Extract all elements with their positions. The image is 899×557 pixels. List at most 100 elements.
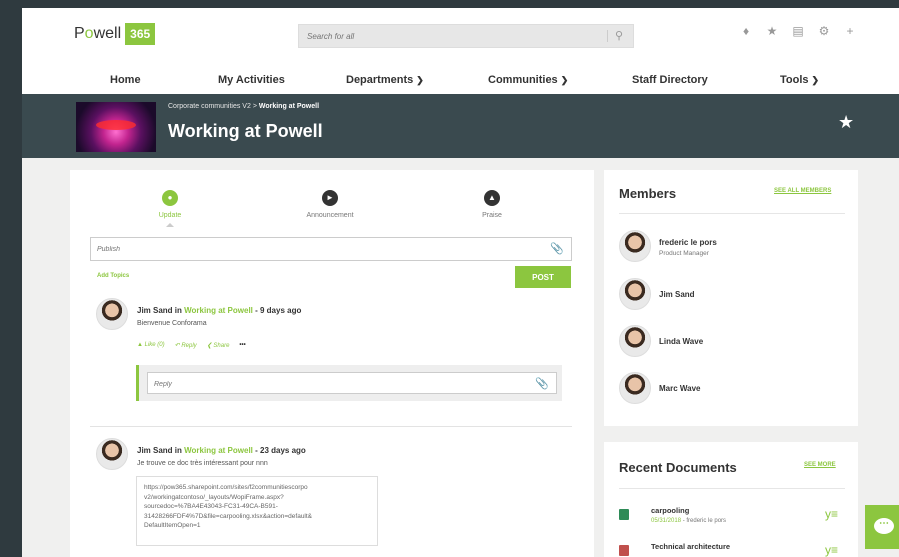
recent-documents-card: Recent Documents SEE MORE carpooling 05/… xyxy=(604,442,858,557)
document-name: carpooling xyxy=(651,506,690,515)
post-community-link[interactable]: Working at Powell xyxy=(184,446,253,455)
search-input[interactable] xyxy=(299,25,599,47)
post-body: Bienvenue Conforama xyxy=(137,320,207,327)
publish-box: 📎 xyxy=(90,237,572,261)
plus-icon[interactable]: + xyxy=(844,24,856,38)
post-community-link[interactable]: Working at Powell xyxy=(184,306,253,315)
paperclip-icon[interactable]: 📎 xyxy=(550,242,564,255)
member-item[interactable]: Linda Wave xyxy=(619,325,845,359)
document-date: 05/31/2018 xyxy=(651,518,682,524)
chevron-down-icon: ❯ xyxy=(416,75,424,85)
nav-departments-label: Departments xyxy=(346,74,414,86)
search-box: ⚲ xyxy=(298,24,634,48)
app-page: Powell 365 ⚲ ♦ ★ ▤ ⚙ + Home My Activitie… xyxy=(22,8,899,557)
reply-area: 📎 xyxy=(136,365,588,401)
top-bar: Powell 365 ⚲ ♦ ★ ▤ ⚙ + xyxy=(22,8,899,60)
chat-bubble-icon: ● xyxy=(162,190,178,206)
nav-my-activities[interactable]: My Activities xyxy=(218,74,285,86)
breadcrumb: Corporate communities V2 > Working at Po… xyxy=(168,103,319,110)
brand-logo[interactable]: Powell 365 xyxy=(74,23,156,45)
nav-departments[interactable]: Departments ❯ xyxy=(346,74,424,86)
document-icon[interactable]: ▤ xyxy=(792,24,804,38)
reply-button[interactable]: ↶ Reply xyxy=(175,342,197,349)
see-more-link[interactable]: SEE MORE xyxy=(804,462,836,468)
logo-letter: P xyxy=(74,25,85,42)
document-item[interactable]: carpooling 05/31/2018 - frederic le pors… xyxy=(619,504,845,530)
nav-staff-directory[interactable]: Staff Directory xyxy=(632,74,708,86)
excel-icon xyxy=(619,509,629,520)
search-divider xyxy=(607,30,608,42)
community-banner: Corporate communities V2 > Working at Po… xyxy=(22,94,899,158)
main-nav: Home My Activities Departments ❯ Communit… xyxy=(22,60,899,94)
post-actions: ▲ Like (0) ↶ Reply ❮ Share ••• xyxy=(137,342,246,349)
nav-home[interactable]: Home xyxy=(110,74,141,86)
more-button[interactable]: ••• xyxy=(239,342,245,349)
link-line: 31428266FDF4%7D&file=carpooling.xlsx&act… xyxy=(144,512,313,520)
reply-label: Reply xyxy=(181,343,197,349)
nav-tools[interactable]: Tools ❯ xyxy=(780,74,819,86)
like-button[interactable]: ▲ Like (0) xyxy=(137,342,165,349)
tab-announcement-label: Announcement xyxy=(306,212,354,219)
search-icon[interactable]: ⚲ xyxy=(615,29,623,42)
post-header: Jim Sand in Working at Powell - 9 days a… xyxy=(137,306,301,315)
avatar[interactable] xyxy=(96,438,128,470)
reply-input[interactable] xyxy=(148,373,588,396)
feed-card: ● Update ► Announcement ▲ Praise 📎 Add T… xyxy=(70,170,594,557)
member-name: frederic le pors xyxy=(659,238,717,247)
post-header: Jim Sand in Working at Powell - 23 days … xyxy=(137,446,306,455)
breadcrumb-parent[interactable]: Corporate communities V2 xyxy=(168,103,251,110)
breadcrumb-current: Working at Powell xyxy=(258,103,320,110)
tab-update[interactable]: ● Update xyxy=(130,190,210,227)
avatar xyxy=(619,230,651,262)
add-topics-link[interactable]: Add Topics xyxy=(97,273,129,279)
post-author[interactable]: Jim Sand xyxy=(137,446,173,455)
document-item[interactable]: Technical architecture y≡ xyxy=(619,540,845,557)
favorite-star-icon[interactable]: ★ xyxy=(838,112,854,133)
community-image xyxy=(76,102,156,152)
breadcrumb-separator: > xyxy=(250,103,259,110)
post-author[interactable]: Jim Sand xyxy=(137,306,173,315)
gear-icon[interactable]: ⚙ xyxy=(818,24,830,38)
chat-button[interactable]: ⋯ xyxy=(865,505,899,549)
tab-update-label: Update xyxy=(158,212,182,219)
document-author: frederic le pors xyxy=(686,518,727,524)
logo-word: well xyxy=(93,25,122,42)
link-line: DefaultItemOpen=1 xyxy=(144,522,201,529)
logo-o: o xyxy=(84,25,94,42)
yammer-icon[interactable]: y≡ xyxy=(825,543,838,557)
link-line: sourcedoc=%7BA4E43043-FC31-49CA-B591- xyxy=(144,503,278,510)
chat-icon: ⋯ xyxy=(874,518,894,534)
bell-icon[interactable]: ♦ xyxy=(740,24,752,38)
document-name: Technical architecture xyxy=(651,542,731,551)
link-preview[interactable]: https://pow365.sharepoint.com/sites/f2co… xyxy=(136,476,378,546)
member-item[interactable]: frederic le pors Product Manager xyxy=(619,230,845,264)
megaphone-icon: ► xyxy=(322,190,338,206)
yammer-icon[interactable]: y≡ xyxy=(825,507,838,521)
tab-praise[interactable]: ▲ Praise xyxy=(452,190,532,219)
nav-communities[interactable]: Communities ❯ xyxy=(488,74,568,86)
like-label: Like (0) xyxy=(144,342,165,348)
see-all-members-link[interactable]: SEE ALL MEMBERS xyxy=(774,188,831,194)
star-icon[interactable]: ★ xyxy=(766,24,778,38)
reply-arrow-icon: ↶ xyxy=(174,343,180,349)
share-icon: ❮ xyxy=(206,343,212,349)
tab-announcement[interactable]: ► Announcement xyxy=(290,190,370,219)
nav-communities-label: Communities xyxy=(488,74,558,86)
chevron-down-icon: ❯ xyxy=(811,75,820,85)
avatar[interactable] xyxy=(96,298,128,330)
paperclip-icon[interactable]: 📎 xyxy=(535,377,549,390)
chevron-down-icon: ❯ xyxy=(560,75,569,85)
post-button[interactable]: POST xyxy=(515,266,571,288)
publish-input[interactable] xyxy=(91,238,531,261)
post-age: - 9 days ago xyxy=(252,306,302,315)
card-divider xyxy=(619,488,845,489)
share-button[interactable]: ❮ Share xyxy=(207,342,230,349)
top-icons: ♦ ★ ▤ ⚙ + xyxy=(740,24,856,38)
member-item[interactable]: Marc Wave xyxy=(619,372,845,406)
link-line: https://pow365.sharepoint.com/sites/f2co… xyxy=(144,484,308,491)
powerpoint-icon xyxy=(619,545,629,556)
trophy-icon: ▲ xyxy=(484,190,500,206)
member-item[interactable]: Jim Sand xyxy=(619,278,845,312)
document-meta: 05/31/2018 - frederic le pors xyxy=(651,518,726,524)
documents-title: Recent Documents xyxy=(619,460,737,475)
